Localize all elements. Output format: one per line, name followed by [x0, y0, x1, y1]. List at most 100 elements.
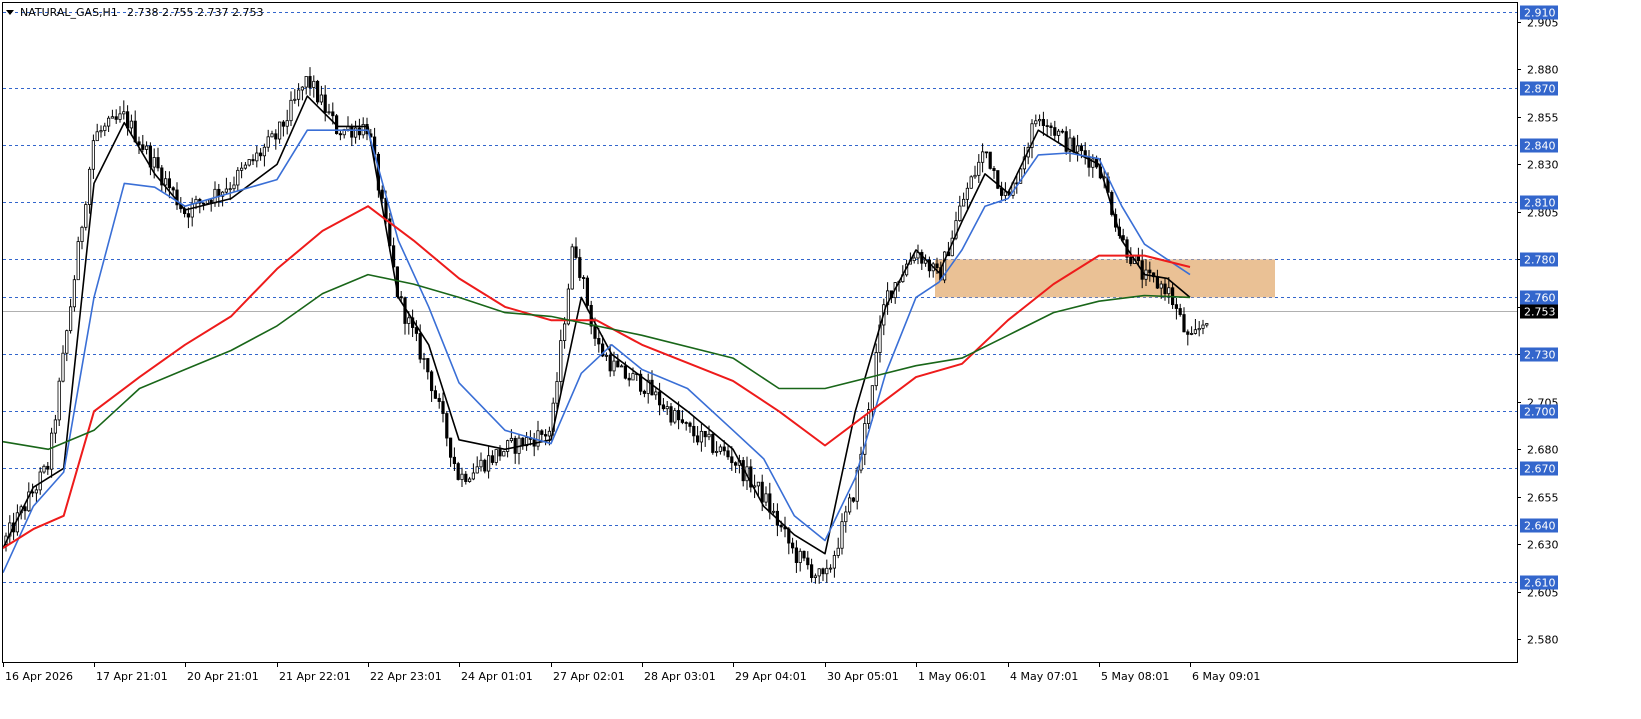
candle-body: [258, 152, 263, 157]
candle-body: [433, 390, 438, 399]
candle-body: [418, 333, 422, 360]
candle-body: [228, 188, 232, 191]
candle-body: [1182, 314, 1186, 333]
candle-body: [658, 391, 662, 406]
candle-body: [642, 390, 647, 394]
candle-body: [836, 547, 840, 556]
candle-body: [1053, 127, 1057, 136]
candle-body: [403, 297, 407, 324]
candle-body: [677, 410, 681, 421]
candle-body: [1205, 323, 1209, 326]
time-tick-label: 1 May 06:01: [918, 670, 986, 683]
candle-body: [585, 277, 590, 306]
candle-body: [426, 358, 430, 373]
candle-body: [1159, 283, 1163, 289]
candle-body: [323, 94, 327, 113]
level-label: 2.640: [1524, 520, 1556, 533]
candle-body: [281, 121, 286, 127]
candle-body: [38, 471, 42, 491]
candle-body: [912, 257, 916, 261]
candle-body: [243, 164, 247, 169]
candle-body: [791, 542, 795, 549]
candle-body: [563, 323, 567, 341]
candle-body: [734, 462, 738, 466]
candle-body: [213, 188, 217, 204]
candle-body: [34, 489, 39, 494]
candle-body: [137, 141, 141, 146]
candle-body: [167, 178, 171, 189]
chart-background: [0, 0, 1641, 719]
candle-body: [760, 481, 764, 503]
candle-body: [224, 188, 228, 193]
level-label: 2.700: [1524, 406, 1556, 419]
candle-body: [88, 168, 92, 205]
candle-body: [99, 130, 103, 133]
candle-body: [69, 306, 73, 332]
candle-body: [661, 404, 666, 410]
time-tick-label: 16 Apr 2026: [5, 670, 73, 683]
candle-body: [536, 430, 540, 447]
candle-body: [422, 358, 426, 360]
candle-body: [604, 354, 609, 357]
candle-body: [289, 99, 293, 122]
candle-body: [1190, 333, 1194, 335]
candle-body: [1076, 145, 1080, 153]
candle-body: [962, 198, 966, 207]
candle-body: [304, 76, 308, 88]
candle-body: [448, 437, 453, 458]
level-label: 2.810: [1524, 197, 1556, 210]
candle-body: [95, 131, 99, 142]
candle-body: [616, 360, 620, 368]
candle-body: [429, 371, 434, 392]
candle-body: [696, 435, 700, 443]
candle-body: [475, 466, 479, 474]
candle-body: [156, 157, 160, 169]
candle-body: [699, 430, 704, 443]
candle-body: [502, 451, 506, 457]
candle-body: [91, 140, 95, 170]
candle-body: [810, 564, 814, 579]
candle-body: [110, 116, 114, 119]
candle-body: [1148, 269, 1152, 274]
candle-body: [251, 159, 255, 162]
candle-body: [312, 80, 316, 88]
time-tick-label: 27 Apr 02:01: [553, 670, 625, 683]
candle-body: [437, 397, 441, 402]
candle-body: [414, 327, 419, 334]
candle-body: [319, 94, 324, 103]
candle-body: [300, 86, 305, 91]
candle-body: [821, 568, 825, 575]
candle-body: [247, 159, 251, 166]
price-chart[interactable]: NATURAL_GAS,H1 2.738 2.755 2.737 2.753 2…: [0, 0, 1641, 719]
candle-body: [973, 174, 977, 178]
candle-body: [277, 121, 282, 140]
time-tick-label: 20 Apr 21:01: [187, 670, 259, 683]
candle-body: [452, 456, 457, 464]
candle-body: [141, 144, 145, 150]
time-tick-label: 30 Apr 05:01: [827, 670, 899, 683]
candle-body: [407, 317, 411, 324]
price-tick-label: 2.655: [1527, 492, 1559, 505]
header: NATURAL_GAS,H1 2.738 2.755 2.737 2.753: [6, 6, 263, 19]
candle-body: [756, 481, 761, 487]
candle-body: [42, 465, 46, 473]
time-tick-label: 24 Apr 01:01: [461, 670, 533, 683]
level-label: 2.730: [1524, 349, 1556, 362]
candle-body: [513, 437, 517, 454]
candle-body: [350, 126, 354, 138]
candle-body: [764, 493, 768, 503]
candle-body: [107, 117, 111, 127]
zone-rect: [935, 259, 1275, 298]
candle-body: [779, 524, 783, 528]
candle-body: [201, 202, 206, 205]
candle-body: [715, 450, 719, 453]
candle-body: [186, 213, 190, 218]
candle-body: [612, 360, 616, 372]
candle-body: [1197, 327, 1201, 331]
candle-body: [57, 380, 61, 421]
candle-body: [483, 459, 487, 472]
candle-body: [802, 550, 806, 559]
candle-body: [794, 547, 799, 563]
candle-body: [825, 567, 829, 575]
candle-body: [977, 161, 981, 176]
